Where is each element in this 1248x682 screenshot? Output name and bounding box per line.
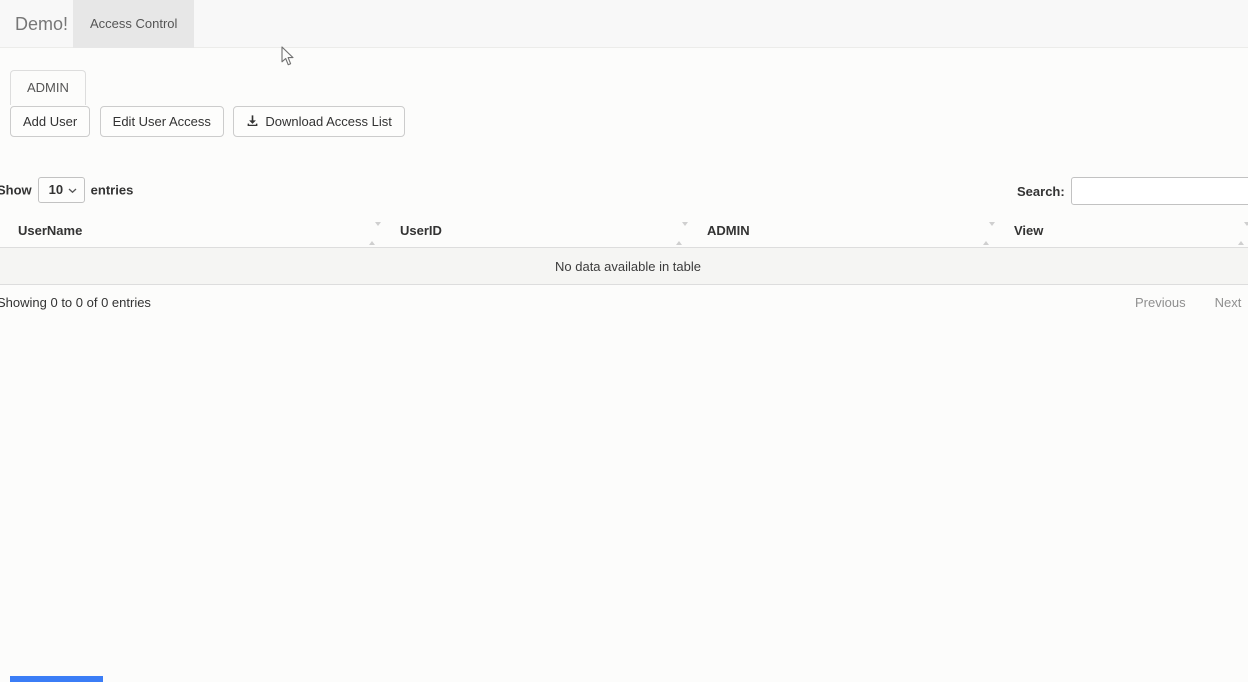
- column-header-username[interactable]: UserName: [0, 214, 390, 248]
- toolbar: Add User Edit User Access Download Acces…: [10, 106, 410, 137]
- navbar: Demo! Access Control: [0, 0, 1248, 48]
- pagination: Previous Next: [1135, 295, 1241, 310]
- sort-icon[interactable]: [676, 226, 688, 241]
- empty-table-row: No data available in table: [0, 248, 1248, 285]
- nav-item-access-control[interactable]: Access Control: [73, 0, 194, 48]
- download-access-list-label: Download Access List: [265, 114, 391, 129]
- sort-icon[interactable]: [1238, 226, 1248, 241]
- empty-table-message: No data available in table: [0, 248, 1248, 285]
- sort-icon[interactable]: [983, 226, 995, 241]
- column-header-admin[interactable]: ADMIN: [697, 214, 1004, 248]
- search-label: Search:: [1017, 184, 1065, 199]
- edit-user-access-button[interactable]: Edit User Access: [100, 106, 224, 137]
- add-user-button[interactable]: Add User: [10, 106, 90, 137]
- table-info: Showing 0 to 0 of 0 entries: [0, 295, 151, 310]
- gif-progress-bar: [10, 676, 103, 682]
- navbar-brand[interactable]: Demo!: [15, 0, 68, 48]
- entries-label: entries: [91, 183, 134, 198]
- page: Demo! Access Control ADMIN Add User Edit…: [0, 0, 1248, 682]
- show-label: Show: [0, 183, 32, 198]
- tab-admin[interactable]: ADMIN: [10, 70, 86, 105]
- mouse-cursor-icon: [281, 46, 295, 72]
- column-header-userid[interactable]: UserID: [390, 214, 697, 248]
- page-length-value: 10: [49, 182, 63, 197]
- chevron-down-icon: [68, 188, 77, 194]
- column-header-view[interactable]: View: [1004, 214, 1248, 248]
- next-button[interactable]: Next: [1215, 295, 1242, 310]
- download-access-list-button[interactable]: Download Access List: [233, 106, 404, 137]
- table-header-row: UserName UserID ADMIN View: [0, 214, 1248, 248]
- table-length-control: Show 10 entries: [0, 177, 133, 203]
- search-input[interactable]: [1071, 177, 1248, 205]
- download-icon: [246, 114, 259, 128]
- page-length-select[interactable]: 10: [38, 177, 85, 203]
- access-table: UserName UserID ADMIN View No data avail…: [0, 214, 1248, 285]
- table-search-control: Search:: [1017, 177, 1248, 205]
- sort-icon[interactable]: [369, 226, 381, 241]
- previous-button[interactable]: Previous: [1135, 295, 1186, 310]
